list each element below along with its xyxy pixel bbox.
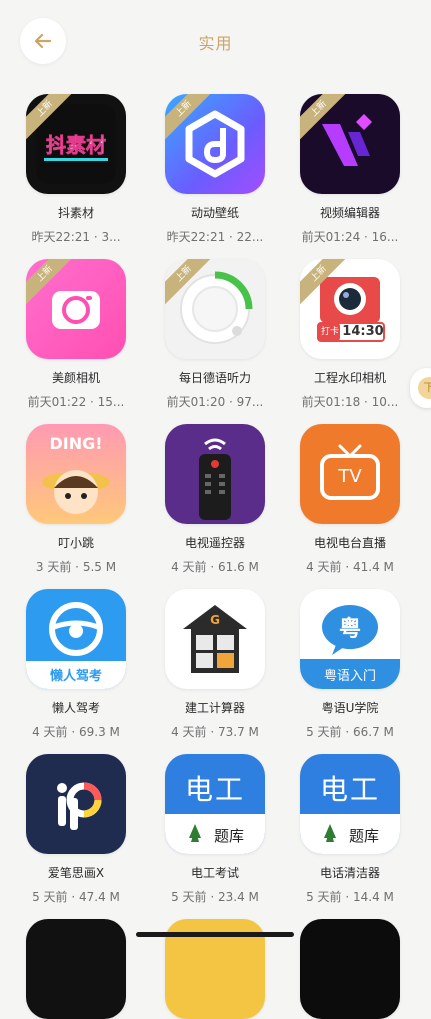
app-meta: 5 天前 · 14.4 M (306, 890, 394, 904)
app-name: 电工考试 (190, 866, 239, 880)
badge-text: 电工 (184, 773, 245, 806)
app-meta: 昨天22:21 · 22... (166, 230, 264, 244)
app-meta: 昨天22:21 · 3... (31, 230, 121, 244)
app-item[interactable]: DING! 叮小跳 3 天前 · 5.5 M (8, 424, 144, 575)
tv-live-icon: TV (300, 424, 400, 524)
badge-text: 电工 (319, 773, 380, 806)
app-item[interactable]: 爱笔思画X 5 天前 · 47.4 M (8, 754, 144, 905)
app-name: 电视遥控器 (184, 536, 245, 550)
app-icon (300, 919, 400, 1019)
app-meta: 5 天前 · 66.7 M (306, 725, 394, 739)
home-indicator (136, 932, 294, 937)
douyin-material-icon: 上新 抖素材 (26, 94, 126, 194)
german-listening-icon: 上新 (165, 259, 265, 359)
app-item[interactable]: 上新 动动壁纸 昨天22:21 · 22... (147, 94, 283, 245)
side-float-label: 下 (418, 377, 431, 399)
app-grid: 上新 抖素材 抖素材 昨天22:21 · 3... 上新 动动壁纸 昨天22:2… (0, 88, 431, 1019)
app-name: 叮小跳 (57, 536, 94, 550)
cantonese-icon: 粤 粤语入门 (300, 589, 400, 689)
app-item[interactable]: 电视遥控器 4 天前 · 61.6 M (147, 424, 283, 575)
time-text: 14:30 (342, 324, 384, 339)
driving-test-icon: 懒人驾考 (26, 589, 126, 689)
app-meta: 4 天前 · 69.3 M (32, 725, 120, 739)
app-item[interactable]: TV 电视电台直播 4 天前 · 41.4 M (282, 424, 418, 575)
app-meta: 前天01:18 · 10... (301, 395, 399, 409)
badge-text: 懒人驾考 (49, 669, 102, 684)
app-name: 美颜相机 (51, 371, 100, 385)
sub-text: 粤语入门 (323, 669, 376, 684)
badge-text: G (210, 613, 220, 627)
new-ribbon: 上新 (300, 94, 346, 140)
watermark-camera-icon: 上新 打卡 14:30 (300, 259, 400, 359)
app-name: 电话清洁器 (319, 866, 380, 880)
app-item[interactable]: 粤 粤语入门 粤语U学院 5 天前 · 66.7 M (282, 589, 418, 740)
app-meta: 3 天前 · 5.5 M (35, 560, 117, 574)
electrician-exam-icon: 电工 题库 (165, 754, 265, 854)
app-meta: 5 天前 · 47.4 M (32, 890, 120, 904)
app-name: 粤语U学院 (321, 701, 379, 715)
app-name: 视频编辑器 (319, 206, 380, 220)
app-meta: 5 天前 · 23.4 M (171, 890, 259, 904)
app-item[interactable]: 上新 视频编辑器 前天01:24 · 16... (282, 94, 418, 245)
app-item[interactable] (282, 919, 418, 1019)
app-name: 每日德语听力 (178, 371, 251, 385)
app-name: 工程水印相机 (313, 371, 386, 385)
tv-remote-icon (165, 424, 265, 524)
app-item[interactable]: 电工 题库 电话清洁器 5 天前 · 14.4 M (282, 754, 418, 905)
badge-text: 打卡 (320, 327, 339, 337)
new-ribbon: 上新 (26, 94, 72, 140)
dingxiaotiao-icon: DING! (26, 424, 126, 524)
new-ribbon: 上新 (300, 259, 346, 305)
new-ribbon: 上新 (165, 94, 211, 140)
app-item[interactable]: 懒人驾考 懒人驾考 4 天前 · 69.3 M (8, 589, 144, 740)
app-name: 懒人驾考 (51, 701, 100, 715)
app-item[interactable]: 上新 每日德语听力 前天01:20 · 97... (147, 259, 283, 410)
app-name: 动动壁纸 (190, 206, 239, 220)
app-item[interactable]: G 建工计算器 4 天前 · 73.7 M (147, 589, 283, 740)
construction-calculator-icon: G (165, 589, 265, 689)
app-name: 建工计算器 (184, 701, 245, 715)
app-meta: 前天01:22 · 15... (27, 395, 125, 409)
app-name: 爱笔思画X (47, 866, 105, 880)
phone-cleaner-icon: 电工 题库 (300, 754, 400, 854)
app-name: 抖素材 (57, 206, 94, 220)
page-title: 实用 (198, 34, 233, 53)
new-ribbon: 上新 (165, 259, 211, 305)
app-name: 电视电台直播 (313, 536, 386, 550)
app-meta: 4 天前 · 61.6 M (171, 560, 259, 574)
header: 实用 (0, 0, 431, 82)
ibis-paint-icon (26, 754, 126, 854)
app-icon (26, 919, 126, 1019)
badge-text: TV (338, 466, 362, 487)
sub-text: 题库 (348, 827, 379, 845)
app-item[interactable]: 电工 题库 电工考试 5 天前 · 23.4 M (147, 754, 283, 905)
app-meta: 4 天前 · 73.7 M (171, 725, 259, 739)
badge-text: DING! (49, 434, 103, 453)
video-editor-icon: 上新 (300, 94, 400, 194)
app-meta: 前天01:24 · 16... (301, 230, 399, 244)
badge-text: 粤 (338, 617, 361, 642)
app-item[interactable]: 上新 美颜相机 前天01:22 · 15... (8, 259, 144, 410)
app-meta: 前天01:20 · 97... (166, 395, 264, 409)
side-float-button[interactable]: 下 (410, 368, 431, 408)
beauty-camera-icon: 上新 (26, 259, 126, 359)
app-item[interactable] (8, 919, 144, 1019)
sub-text: 题库 (213, 827, 244, 845)
new-ribbon: 上新 (26, 259, 72, 305)
wallpaper-icon: 上新 (165, 94, 265, 194)
app-item[interactable]: 上新 打卡 14:30 工程水印相机 前天01:18 · 10... (282, 259, 418, 410)
app-meta: 4 天前 · 41.4 M (306, 560, 394, 574)
app-item[interactable]: 上新 抖素材 抖素材 昨天22:21 · 3... (8, 94, 144, 245)
